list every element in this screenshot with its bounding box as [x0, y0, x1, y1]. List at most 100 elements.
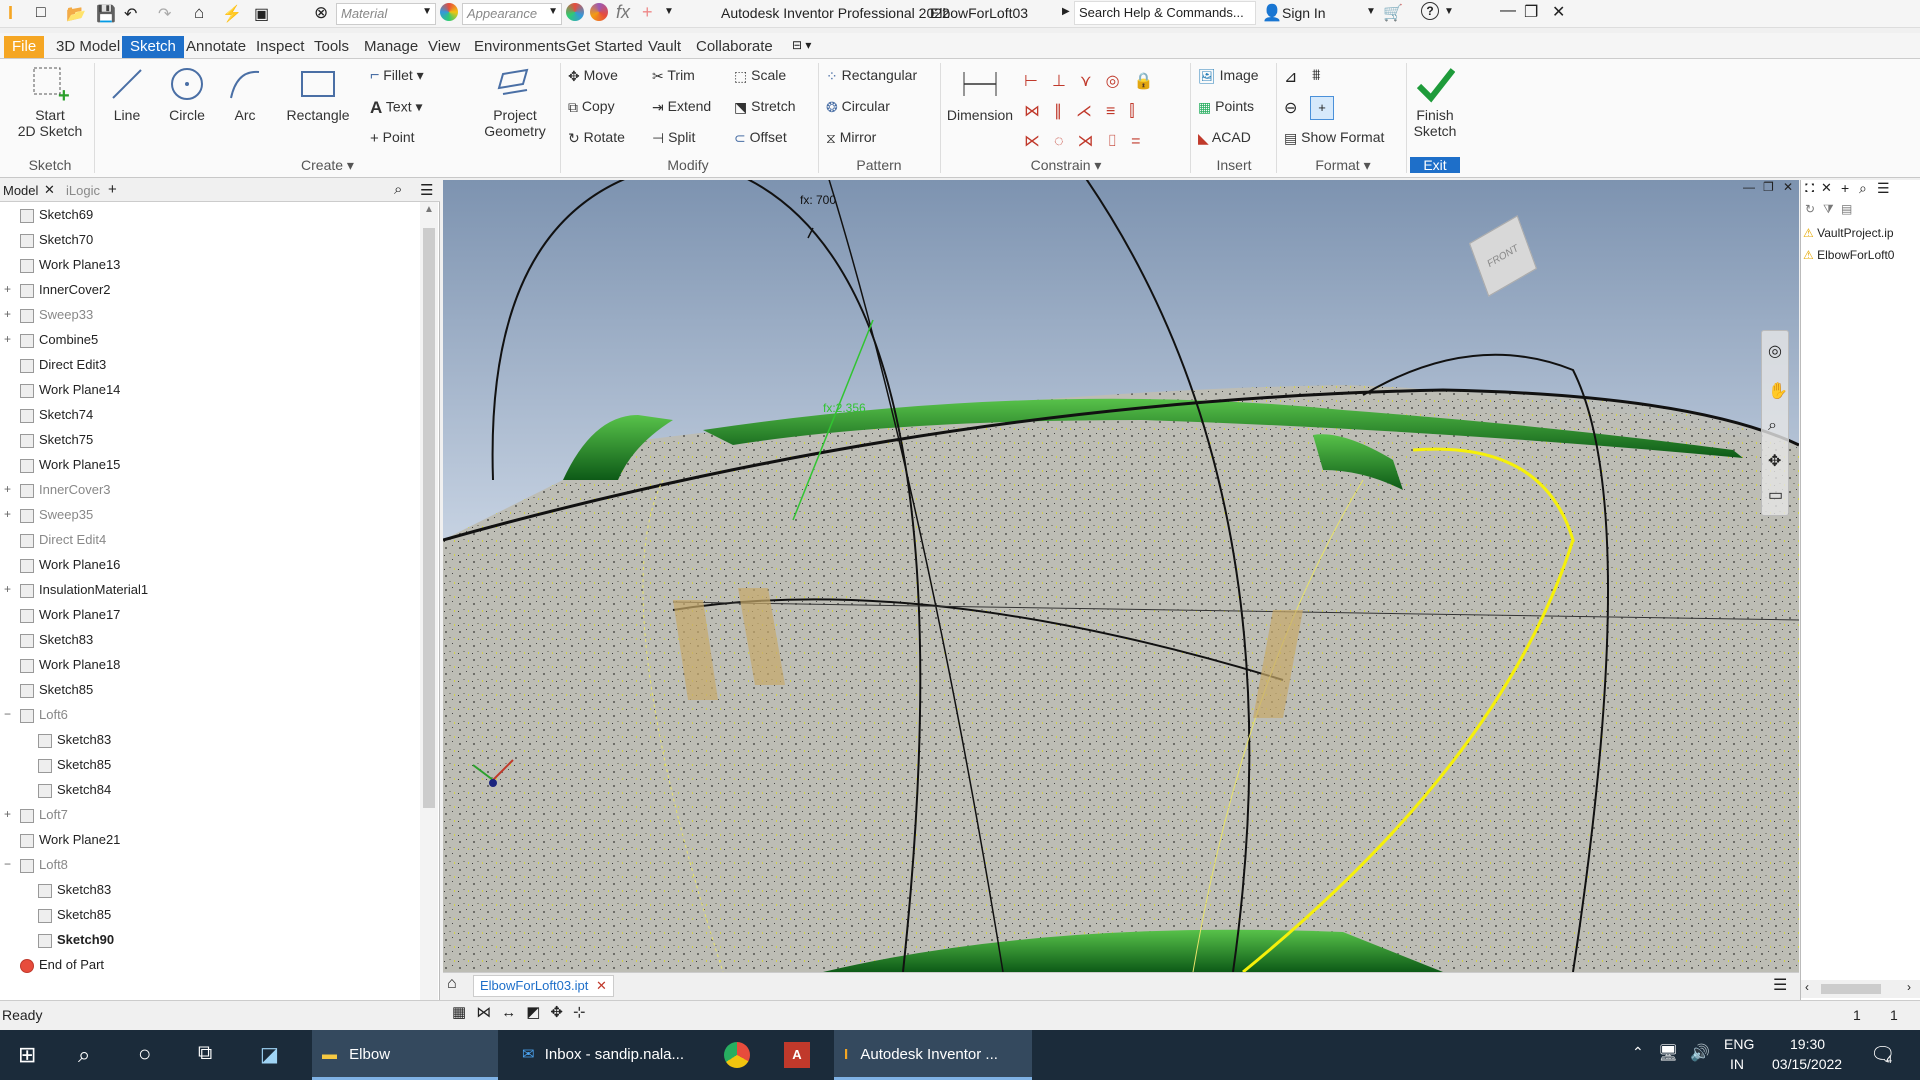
point-button[interactable]: + Point	[370, 129, 415, 147]
tree-item[interactable]: Work Plane18	[20, 652, 120, 677]
vertical-icon[interactable]: ⫿	[1129, 103, 1148, 120]
home-icon[interactable]: ⌂	[447, 975, 457, 993]
tree-expander-icon[interactable]: −	[4, 857, 11, 871]
extend-button[interactable]: ⇥ Extend	[652, 98, 711, 116]
dimension-value-2[interactable]: fx:2.356	[823, 401, 866, 415]
clear-appearance-icon[interactable]	[590, 3, 608, 21]
tree-item[interactable]: Sketch70	[20, 227, 93, 252]
tree-item[interactable]: Sketch90	[38, 927, 114, 952]
move-button[interactable]: ✥ Move	[568, 67, 618, 85]
offset-button[interactable]: ⊂ Offset	[734, 129, 787, 147]
perpendicular-icon[interactable]: ⊥	[1052, 73, 1080, 90]
restore-icon[interactable]: ❐	[1524, 2, 1538, 22]
scroll-up-icon[interactable]: ▲	[424, 204, 434, 215]
collinear-icon[interactable]: ⋌	[1076, 103, 1106, 120]
chevron-down-icon[interactable]: ▼	[1366, 6, 1376, 17]
arc-button[interactable]: Arc	[220, 64, 270, 123]
tree-expander-icon[interactable]: +	[4, 807, 11, 821]
tab-file[interactable]: File	[4, 36, 45, 58]
taskbar-elbow[interactable]: ▬ Elbow	[312, 1030, 498, 1080]
tree-item[interactable]: Loft7	[20, 802, 68, 827]
viewport-restore-icon[interactable]: ❐	[1763, 180, 1774, 194]
tab-3d-model[interactable]: 3D Model	[48, 36, 128, 58]
acad-button[interactable]: ◣ ACAD	[1198, 129, 1251, 147]
scroll-left-icon[interactable]: ‹	[1805, 980, 1809, 994]
fix-icon[interactable]: ⋈	[1024, 103, 1054, 120]
tree-item[interactable]: Work Plane13	[20, 252, 120, 277]
tree-item[interactable]: Sketch83	[38, 877, 111, 902]
add-icon[interactable]: +	[642, 2, 653, 23]
filter-icon[interactable]: ⧩	[1823, 202, 1834, 217]
tab-sketch[interactable]: Sketch	[122, 36, 184, 58]
tree-item[interactable]: InnerCover3	[20, 477, 111, 502]
tree-item[interactable]: Work Plane15	[20, 452, 120, 477]
model-canvas[interactable]: fx: 700 fx:2.356	[443, 180, 1799, 972]
group-format-label[interactable]: Format ▾	[1280, 157, 1406, 174]
tree-item[interactable]: Direct Edit3	[20, 352, 106, 377]
grid-icon[interactable]: ▦	[452, 1004, 476, 1021]
tree-item[interactable]: Sweep33	[20, 302, 93, 327]
taskbar-outlook[interactable]: ✉ Inbox - sandip.nala...	[512, 1030, 700, 1080]
panel-search-icon[interactable]: ⌕	[1859, 180, 1867, 197]
snap-icon[interactable]: ⊹	[573, 1004, 596, 1021]
tray-expand-icon[interactable]: ⌃	[1632, 1044, 1644, 1061]
volume-icon[interactable]: 🔊	[1690, 1043, 1710, 1063]
tree-expander-icon[interactable]: +	[4, 482, 11, 496]
select-icon[interactable]: ▣	[254, 4, 269, 24]
horizontal-constraint-icon[interactable]: ⊢	[1024, 73, 1052, 90]
symmetric-icon[interactable]: ⋉	[1024, 133, 1054, 150]
mirror-button[interactable]: ⧖ Mirror	[826, 129, 876, 147]
rectangular-pattern-button[interactable]: ⁘ Rectangular	[826, 67, 917, 85]
stretch-button[interactable]: ⬔ Stretch	[734, 98, 795, 116]
scroll-thumb[interactable]	[423, 228, 435, 808]
line-button[interactable]: Line	[102, 64, 152, 123]
text-button[interactable]: A Text ▾	[370, 98, 423, 118]
close-tab-icon[interactable]: ✕	[596, 978, 607, 993]
tree-expander-icon[interactable]: +	[4, 307, 11, 321]
save-icon[interactable]: 💾	[96, 4, 116, 24]
show-format-button[interactable]: ▤ Show Format	[1284, 129, 1384, 147]
equal-icon[interactable]: ≡	[1106, 103, 1129, 120]
vault-item[interactable]: ⚠ VaultProject.ip	[1803, 226, 1894, 240]
smooth-icon[interactable]: ◌	[1054, 133, 1078, 150]
tree-item[interactable]: InnerCover2	[20, 277, 111, 302]
scale-button[interactable]: ⬚ Scale	[734, 67, 786, 85]
vault-icon[interactable]: ▤	[1841, 202, 1852, 216]
look-at-icon[interactable]: ▭	[1768, 485, 1783, 505]
group-constrain-label[interactable]: Constrain ▾	[942, 157, 1190, 174]
orbit-icon[interactable]: ✥	[1768, 451, 1781, 471]
slice-icon[interactable]: ◩	[526, 1004, 550, 1021]
tree-item[interactable]: Sketch85	[38, 902, 111, 927]
project-geometry-button[interactable]: Project Geometry	[482, 64, 548, 139]
group-create-label[interactable]: Create ▾	[100, 157, 555, 174]
tree-item[interactable]: End of Part	[20, 952, 104, 977]
tree-item[interactable]: Work Plane21	[20, 827, 120, 852]
tree-item[interactable]: Sketch83	[38, 727, 111, 752]
trim-button[interactable]: ✂ Trim	[652, 67, 695, 85]
tree-expander-icon[interactable]: −	[4, 707, 11, 721]
appearance-dropdown[interactable]: Appearance ▼	[462, 3, 562, 25]
coincident-icon[interactable]: ⋊	[1078, 133, 1108, 150]
search-icon[interactable]: ⌕	[394, 181, 402, 198]
tree-item[interactable]: Combine5	[20, 327, 98, 352]
tab-tools[interactable]: Tools	[306, 36, 357, 58]
dimension-value-1[interactable]: fx: 700	[800, 193, 836, 207]
tree-item[interactable]: InsulationMaterial1	[20, 577, 148, 602]
browser-scrollbar[interactable]: ▲ ▼	[420, 202, 438, 1013]
appearance-icon[interactable]	[440, 3, 458, 21]
concentric-icon[interactable]: ◎	[1106, 73, 1134, 90]
material-browser-icon[interactable]: ⊗	[314, 3, 328, 23]
driven-dimension-icon[interactable]: +	[1310, 96, 1334, 120]
circular-pattern-button[interactable]: ❂ Circular	[826, 98, 890, 116]
tab-inspect[interactable]: Inspect	[248, 36, 312, 58]
clock-time[interactable]: 19:30	[1790, 1036, 1825, 1052]
customize-icon[interactable]: ▼	[664, 6, 674, 17]
graphics-viewport[interactable]: fx: 700 fx:2.356 FRONT — ❐ ✕ ◎ ✋ ⌕ ✥ ▭	[443, 180, 1799, 972]
language-primary[interactable]: ENG	[1724, 1036, 1754, 1052]
constraint-inference-icon[interactable]: ⋈	[476, 1004, 501, 1021]
constraint-icons[interactable]: ⊢⊥⋎◎🔒 ⋈∥⋌≡⫿ ⋉◌⋊⌷=	[1024, 67, 1184, 150]
refresh-icon[interactable]: ↻	[1805, 202, 1815, 216]
image-button[interactable]: 🖼 Image	[1198, 67, 1259, 85]
tree-item[interactable]: Loft6	[20, 702, 68, 727]
center-point-icon[interactable]: ⊖	[1284, 98, 1297, 118]
